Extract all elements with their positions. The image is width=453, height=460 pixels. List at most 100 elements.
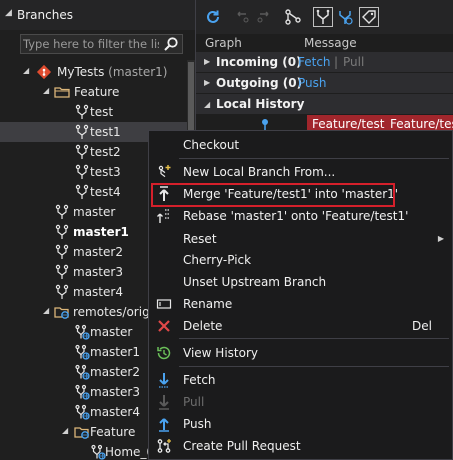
fetch-icon — [156, 372, 172, 388]
menu-item-label: Checkout — [183, 138, 240, 152]
menu-item-unset-upstream[interactable]: Unset Upstream Branch — [149, 271, 452, 293]
menu-item-reset[interactable]: Reset ▶ — [149, 228, 452, 250]
collapse-arrow-icon[interactable]: ◢ — [204, 100, 210, 109]
menu-item-view-history[interactable]: View History — [149, 342, 452, 364]
tree-item-label: master2 — [90, 365, 140, 379]
expand-caret-icon[interactable]: ◢ — [43, 306, 53, 315]
menu-item-cherry-pick[interactable]: Cherry-Pick — [149, 249, 452, 271]
menu-item-push[interactable]: Push — [149, 413, 452, 435]
highlight-box — [151, 183, 395, 207]
git-repo-icon — [36, 64, 52, 80]
remote-branch-icon — [74, 404, 90, 420]
branch-graph-icon[interactable] — [284, 8, 302, 26]
navigate-forward-icon — [254, 8, 272, 26]
menu-item-label: Push — [183, 417, 212, 431]
tree-item-label: test1 — [90, 125, 121, 139]
menu-item-fetch[interactable]: Fetch — [149, 369, 452, 391]
menu-item-new-local-branch[interactable]: New Local Branch From... — [149, 161, 452, 183]
tree-item-label: test4 — [90, 185, 121, 199]
tree-item-label: Feature — [74, 85, 120, 99]
menu-shortcut: Del — [412, 319, 432, 333]
expand-caret-icon[interactable]: ◢ — [62, 426, 72, 435]
menu-item-label: Pull — [183, 395, 205, 409]
menu-item-checkout[interactable]: Checkout — [149, 134, 452, 156]
menu-item-label: Delete — [183, 319, 223, 333]
branch-icon — [74, 164, 90, 180]
menu-item-label: New Local Branch From... — [183, 165, 336, 179]
menu-item-label: Create Pull Request — [183, 439, 301, 453]
tree-item-branch[interactable]: test — [0, 102, 195, 122]
expand-caret-icon[interactable]: ◢ — [23, 66, 33, 75]
menu-item-label: View History — [183, 346, 258, 360]
branch-icon — [74, 184, 90, 200]
menu-item-pull: Pull — [149, 391, 452, 413]
navigate-back-icon — [234, 8, 252, 26]
menu-item-label: Rebase 'master1' onto 'Feature/test1' — [183, 209, 409, 223]
repo-current-branch: (master1) — [104, 65, 168, 79]
push-link[interactable]: Push — [298, 76, 327, 90]
remote-folder-icon — [74, 424, 90, 440]
pull-link: Pull — [343, 55, 365, 69]
incoming-label: Incoming (0) — [216, 55, 302, 69]
tree-item-label: master — [90, 325, 133, 339]
submenu-arrow-icon: ▶ — [437, 234, 444, 243]
filter-input[interactable] — [23, 36, 159, 52]
branch-icon — [74, 104, 90, 120]
column-headers: Graph Message — [196, 34, 453, 53]
tree-item-label: test — [90, 105, 114, 119]
remote-branches-icon[interactable] — [336, 8, 354, 26]
branches-header[interactable]: ◢ Branches — [0, 0, 195, 30]
separator: | — [334, 55, 339, 69]
menu-item-label: Fetch — [183, 373, 216, 387]
fetch-link[interactable]: Fetch — [298, 55, 331, 69]
outgoing-label: Outgoing (0) — [216, 76, 303, 90]
tree-item-feature-folder[interactable]: ◢ Feature — [0, 82, 195, 102]
branch-icon — [54, 224, 70, 240]
branch-icon — [74, 124, 90, 140]
pull-request-icon — [156, 438, 172, 454]
collapse-caret-icon[interactable]: ◢ — [5, 8, 12, 18]
local-history-section[interactable]: ◢ Local History — [196, 94, 453, 115]
branch-context-menu: Checkout New Local Branch From... Merge 'F… — [148, 130, 453, 460]
expand-caret-icon[interactable]: ◢ — [43, 86, 53, 95]
remote-branch-icon — [74, 344, 90, 360]
rename-icon — [156, 296, 172, 312]
push-icon — [156, 416, 172, 432]
delete-icon — [156, 318, 172, 334]
filter-branch-icon[interactable] — [313, 7, 333, 27]
outgoing-section[interactable]: ▶ Outgoing (0) Push — [196, 73, 453, 94]
remote-branch-icon — [74, 384, 90, 400]
branch-icon — [54, 284, 70, 300]
repo-name: MyTests — [57, 65, 105, 79]
tree-item-label: master — [73, 205, 116, 219]
tree-item-label: master3 — [73, 265, 123, 279]
menu-item-create-pull-request[interactable]: Create Pull Request — [149, 435, 452, 457]
column-graph[interactable]: Graph — [205, 36, 242, 50]
remote-folder-icon — [54, 304, 70, 320]
remote-branch-icon — [90, 444, 106, 460]
menu-item-delete[interactable]: Delete Del — [149, 315, 452, 337]
tree-item-label: master1 — [73, 225, 129, 239]
tree-item-label: Feature — [90, 425, 136, 439]
menu-item-rebase[interactable]: Rebase 'master1' onto 'Feature/test1' — [149, 205, 452, 227]
expand-arrow-icon[interactable]: ▶ — [204, 57, 210, 66]
column-message[interactable]: Message — [304, 36, 357, 50]
search-icon[interactable] — [163, 36, 179, 52]
tree-item-label: master4 — [90, 405, 140, 419]
menu-item-label: Rename — [183, 297, 233, 311]
menu-item-rename[interactable]: Rename — [149, 293, 452, 315]
menu-item-label: Unset Upstream Branch — [183, 275, 327, 289]
expand-arrow-icon[interactable]: ▶ — [204, 78, 210, 87]
tag-icon[interactable] — [359, 7, 379, 27]
branch-icon — [74, 144, 90, 160]
local-history-label: Local History — [216, 97, 305, 111]
tree-item-label: test3 — [90, 165, 121, 179]
menu-item-label: Reset — [183, 232, 217, 246]
tree-item-label: master3 — [90, 385, 140, 399]
refresh-icon[interactable] — [204, 8, 222, 26]
tree-item-repo[interactable]: ◢ MyTests (master1) — [0, 62, 195, 82]
incoming-section[interactable]: ▶ Incoming (0) Fetch | Pull — [196, 52, 453, 73]
rebase-icon — [156, 208, 172, 224]
branch-filter[interactable] — [20, 34, 183, 54]
branch-icon — [54, 244, 70, 260]
